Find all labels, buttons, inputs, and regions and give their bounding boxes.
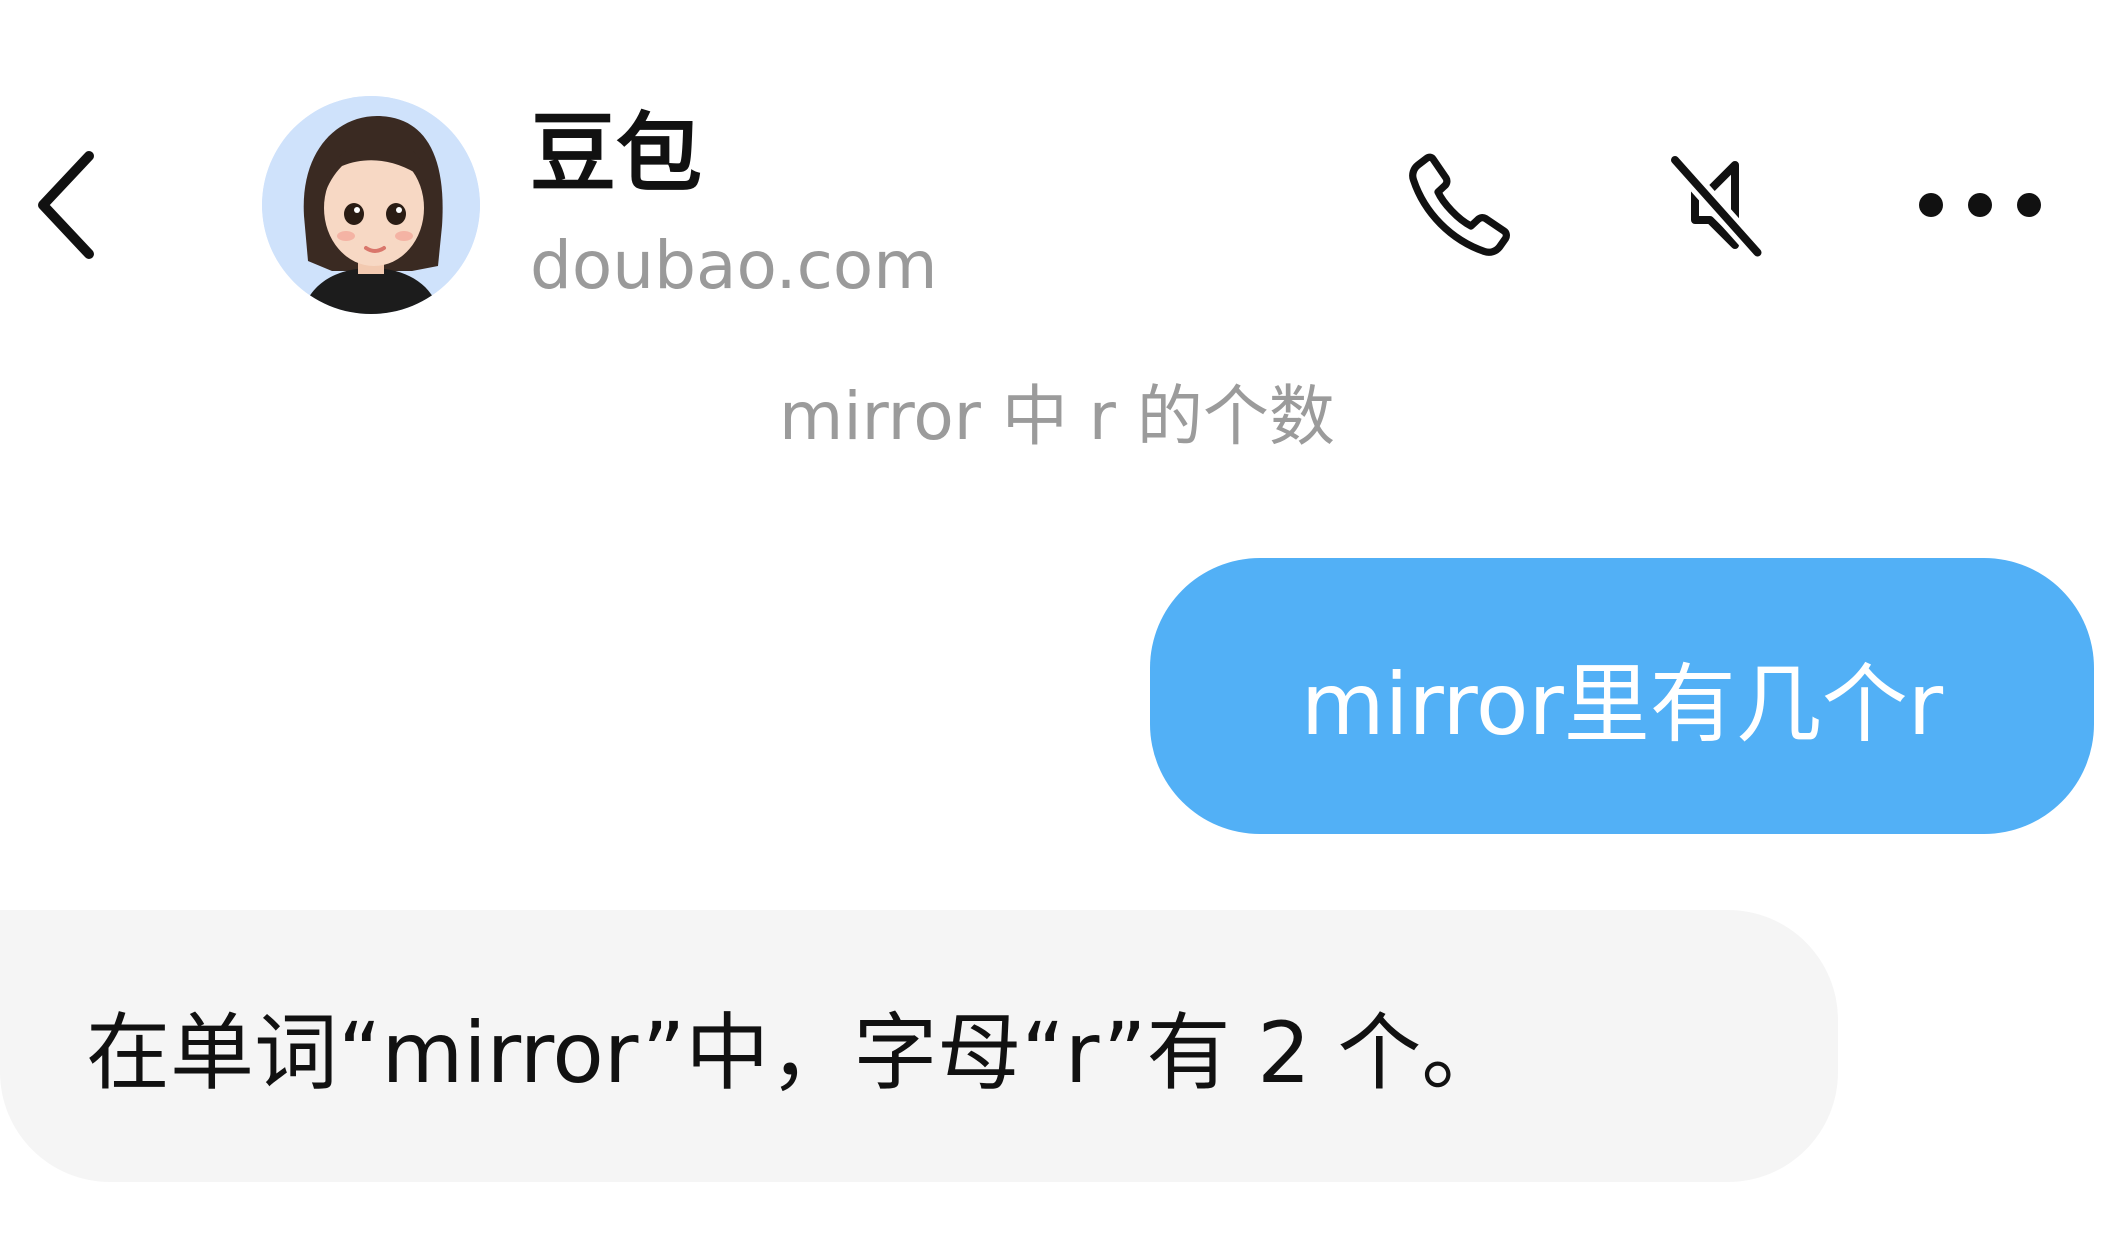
- back-button[interactable]: [10, 130, 120, 280]
- mute-button[interactable]: [1640, 135, 1790, 275]
- more-icon: [1919, 193, 2041, 217]
- user-message-bubble[interactable]: mirror里有几个r: [1150, 558, 2094, 834]
- contact-name: 豆包: [530, 104, 702, 204]
- avatar[interactable]: [262, 96, 480, 314]
- assistant-message-bubble[interactable]: 在单词“mirror”中，字母“r”有 2 个。: [0, 910, 1838, 1182]
- call-button[interactable]: [1380, 135, 1540, 275]
- more-button[interactable]: [1900, 150, 2060, 260]
- contact-subtitle: doubao.com: [530, 227, 938, 304]
- speaker-muted-icon: [1666, 151, 1767, 262]
- assistant-message-text: 在单词“mirror”中，字母“r”有 2 个。: [86, 1003, 1506, 1102]
- user-message-text: mirror里有几个r: [1300, 654, 1944, 755]
- chat-header: 豆包 doubao.com: [0, 0, 2114, 330]
- phone-icon: [1409, 153, 1510, 256]
- conversation-title: mirror 中 r 的个数: [779, 378, 1335, 455]
- chevron-left-icon: [38, 151, 94, 259]
